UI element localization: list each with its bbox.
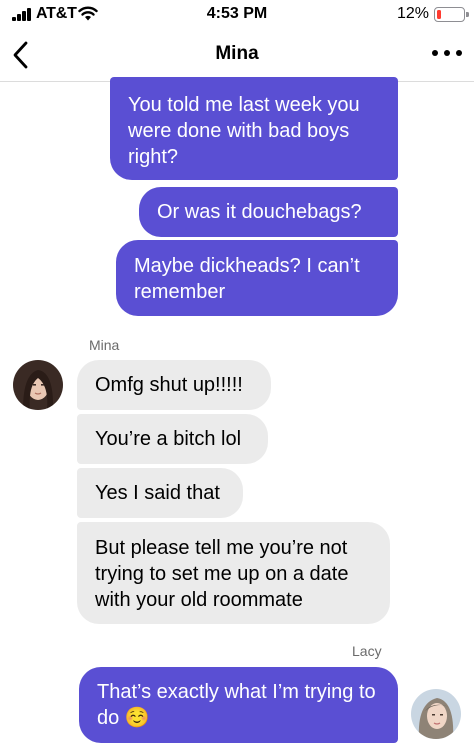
chat-screen: AT&T 4:53 PM 12% Mina You told me last w… <box>0 0 474 754</box>
outgoing-message[interactable]: Or was it douchebags? <box>139 187 398 237</box>
incoming-message[interactable]: But please tell me you’re not trying to … <box>77 522 390 624</box>
sender-name: Mina <box>89 337 120 353</box>
contact-photo-icon <box>13 360 63 410</box>
avatar[interactable] <box>411 689 461 739</box>
message-text: Maybe dickheads? I can’t remember <box>134 255 360 303</box>
message-text: Omfg shut up!!!!! <box>95 374 243 396</box>
status-bar: AT&T 4:53 PM 12% <box>0 0 474 30</box>
message-text: But please tell me you’re not trying to … <box>95 537 349 611</box>
message-thread: You told me last week you were done with… <box>0 77 474 754</box>
incoming-message[interactable]: You’re a bitch lol <box>77 414 268 464</box>
outgoing-message[interactable]: You told me last week you were done with… <box>110 77 398 180</box>
message-text: You told me last week you were done with… <box>128 94 360 168</box>
message-text: That’s exactly what I’m trying to do ☺️ <box>97 681 376 729</box>
message-text: Yes I said that <box>95 482 220 504</box>
incoming-message[interactable]: Yes I said that <box>77 468 243 518</box>
conversation-header: Mina <box>0 30 474 82</box>
battery-icon <box>434 7 469 22</box>
more-options-icon[interactable] <box>432 46 462 60</box>
message-text: You’re a bitch lol <box>95 428 242 450</box>
outgoing-message[interactable]: Maybe dickheads? I can’t remember <box>116 240 398 316</box>
sender-name: Lacy <box>352 643 382 659</box>
conversation-title: Mina <box>215 43 259 64</box>
battery-percent: 12% <box>396 5 429 22</box>
incoming-message[interactable]: Omfg shut up!!!!! <box>77 360 271 410</box>
message-text: Or was it douchebags? <box>157 201 362 223</box>
user-photo-icon <box>411 689 461 739</box>
outgoing-message[interactable]: That’s exactly what I’m trying to do ☺️ <box>79 667 398 743</box>
avatar[interactable] <box>13 360 63 410</box>
